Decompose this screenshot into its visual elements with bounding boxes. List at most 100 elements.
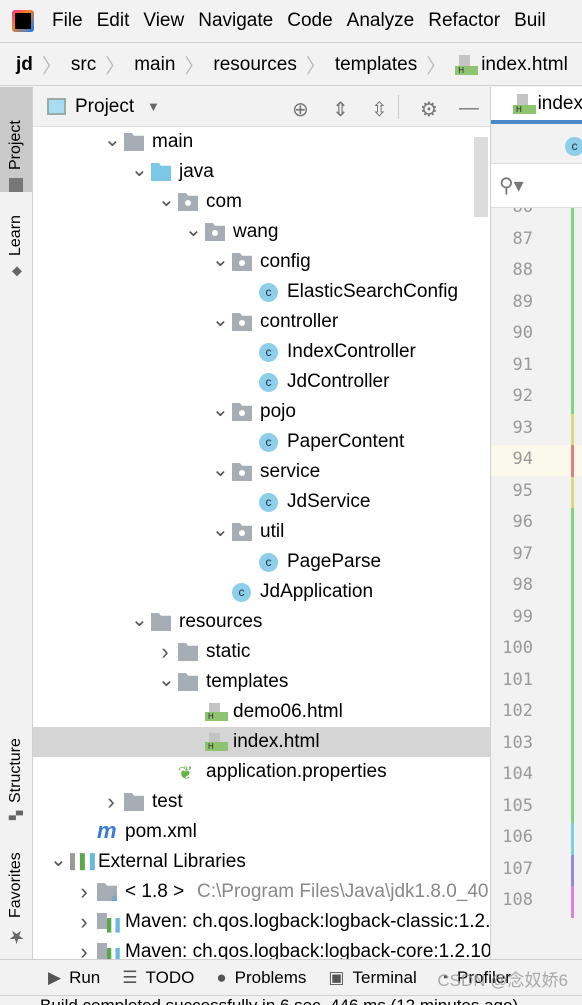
tree-scrollbar[interactable] [474, 137, 488, 217]
tree-item[interactable]: ❦ application.properties [33, 757, 490, 787]
breadcrumb-main[interactable]: main [134, 54, 175, 76]
hide-panel-icon[interactable]: — [459, 97, 479, 120]
tree-item[interactable]: › test [33, 787, 490, 817]
breadcrumb-jd[interactable]: jd [16, 54, 33, 76]
menu-code[interactable]: Code [287, 10, 332, 32]
breadcrumb-index-html[interactable]: index.html [481, 54, 568, 76]
tree-item[interactable]: › ▌▌ Maven: ch.qos.logback:logback-core:1.… [33, 937, 490, 959]
tree-item[interactable]: c JdController [33, 367, 490, 397]
vcs-change-marker[interactable] [571, 760, 574, 792]
tree-item[interactable]: ⌄ service [33, 457, 490, 487]
chevron-down-icon[interactable]: ⌄ [185, 217, 202, 242]
vcs-change-marker[interactable] [571, 728, 574, 761]
chevron-down-icon[interactable]: ⌄ [131, 607, 148, 632]
chevron-down-icon[interactable]: ⌄ [212, 247, 229, 272]
editor-search-field[interactable]: ⚲▾ [491, 164, 582, 208]
chevron-down-icon[interactable]: ⌄ [212, 517, 229, 542]
tree-item[interactable]: ⌄ java [33, 157, 490, 187]
gear-icon[interactable]: ⚙ [420, 97, 438, 122]
tool-tab-structure[interactable]: ▚ Structure [0, 715, 32, 820]
vcs-change-marker[interactable] [571, 854, 574, 887]
breadcrumb-templates[interactable]: templates [335, 54, 417, 76]
chevron-down-icon[interactable]: ⌄ [212, 397, 229, 422]
terminal-button[interactable]: ▣ Terminal [328, 968, 416, 988]
vcs-change-marker[interactable] [571, 224, 574, 257]
tree-item[interactable]: ⌄ wang [33, 217, 490, 247]
vcs-change-marker[interactable] [571, 256, 574, 288]
tree-item[interactable]: m pom.xml [33, 817, 490, 847]
chevron-down-icon[interactable]: ⌄ [158, 187, 175, 212]
menu-build[interactable]: Buil [514, 10, 546, 32]
vcs-change-marker[interactable] [571, 571, 574, 603]
collapse-all-icon[interactable]: ⇳ [371, 97, 388, 122]
chevron-right-icon[interactable]: › [77, 939, 91, 959]
vcs-change-marker[interactable] [571, 350, 574, 383]
vcs-change-marker[interactable] [571, 697, 574, 729]
vcs-change-marker[interactable] [571, 634, 574, 666]
tool-tab-project[interactable]: Project [0, 87, 32, 192]
tree-item[interactable]: demo06.html [33, 697, 490, 727]
tree-item[interactable]: ⌄ controller [33, 307, 490, 337]
vcs-change-marker[interactable] [571, 602, 574, 635]
vcs-change-marker[interactable] [571, 791, 574, 824]
run-button[interactable]: ▶ Run [48, 968, 100, 988]
menu-analyze[interactable]: Analyze [347, 10, 415, 32]
tree-item[interactable]: c JdService [33, 487, 490, 517]
vcs-change-marker[interactable] [571, 508, 574, 540]
tree-item[interactable]: ⌄ ▌▌▌ External Libraries [33, 847, 490, 877]
vcs-change-marker[interactable] [571, 665, 574, 698]
chevron-down-icon[interactable]: ⌄ [104, 127, 121, 152]
tree-item[interactable]: ⌄ util [33, 517, 490, 547]
menu-view[interactable]: View [143, 10, 184, 32]
menu-refactor[interactable]: Refactor [428, 10, 500, 32]
tool-tab-learn[interactable]: ◆ Learn [0, 199, 32, 279]
breadcrumb-src[interactable]: src [71, 54, 96, 76]
vcs-change-marker[interactable] [571, 208, 574, 225]
chevron-down-icon[interactable]: ⌄ [131, 157, 148, 182]
tree-item[interactable]: ⌄ config [33, 247, 490, 277]
tree-item[interactable]: c ElasticSearchConfig [33, 277, 490, 307]
dropdown-arrow-icon[interactable]: ▼ [147, 99, 160, 114]
tree-item[interactable]: ⌄ templates [33, 667, 490, 697]
tree-item[interactable]: c PaperContent [33, 427, 490, 457]
chevron-down-icon[interactable]: ⌄ [158, 667, 175, 692]
chevron-down-icon[interactable]: ⌄ [50, 847, 67, 872]
vcs-change-marker[interactable] [571, 382, 574, 414]
locate-file-icon[interactable]: ⊕ [292, 97, 309, 122]
tree-item[interactable]: ⌄ com [33, 187, 490, 217]
vcs-change-marker[interactable] [571, 886, 574, 918]
tree-item[interactable]: ⌄ main [33, 127, 490, 157]
todo-button[interactable]: ☰ TODO [122, 968, 194, 988]
vcs-change-marker[interactable] [571, 476, 574, 509]
chevron-right-icon[interactable]: › [77, 909, 91, 935]
chevron-down-icon[interactable]: ⌄ [212, 457, 229, 482]
tree-item[interactable]: ⌄ resources [33, 607, 490, 637]
problems-button[interactable]: ● Problems [216, 968, 306, 988]
editor-tab-index[interactable]: index [491, 87, 582, 124]
tree-item[interactable]: index.html [33, 727, 490, 757]
chevron-right-icon[interactable]: › [158, 639, 172, 665]
tree-item[interactable]: ⌄ pojo [33, 397, 490, 427]
vcs-change-marker[interactable] [571, 445, 574, 477]
vcs-change-marker[interactable] [571, 319, 574, 351]
chevron-right-icon[interactable]: › [104, 789, 118, 815]
menu-edit[interactable]: Edit [97, 10, 130, 32]
project-view-selector[interactable]: Project [75, 96, 134, 118]
expand-all-icon[interactable]: ⇕ [332, 97, 349, 122]
tree-item[interactable]: c PageParse [33, 547, 490, 577]
tree-item[interactable]: › ▌▌ Maven: ch.qos.logback:logback-classic… [33, 907, 490, 937]
tree-item[interactable]: c IndexController [33, 337, 490, 367]
tree-item[interactable]: › ☕ < 1.8 > C:\Program Files\Java\jdk1.8.0_… [33, 877, 490, 907]
vcs-change-marker[interactable] [571, 539, 574, 572]
menu-navigate[interactable]: Navigate [198, 10, 273, 32]
tree-item[interactable]: c JdApplication [33, 577, 490, 607]
vcs-change-marker[interactable] [571, 823, 574, 855]
breadcrumb-resources[interactable]: resources [213, 54, 296, 76]
vcs-change-marker[interactable] [571, 287, 574, 320]
menu-file[interactable]: File [52, 10, 83, 32]
vcs-change-marker[interactable] [571, 413, 574, 446]
chevron-right-icon[interactable]: › [77, 879, 91, 905]
tool-tab-favorites[interactable]: ★ Favorites [0, 842, 32, 947]
chevron-down-icon[interactable]: ⌄ [212, 307, 229, 332]
tree-item[interactable]: › static [33, 637, 490, 667]
